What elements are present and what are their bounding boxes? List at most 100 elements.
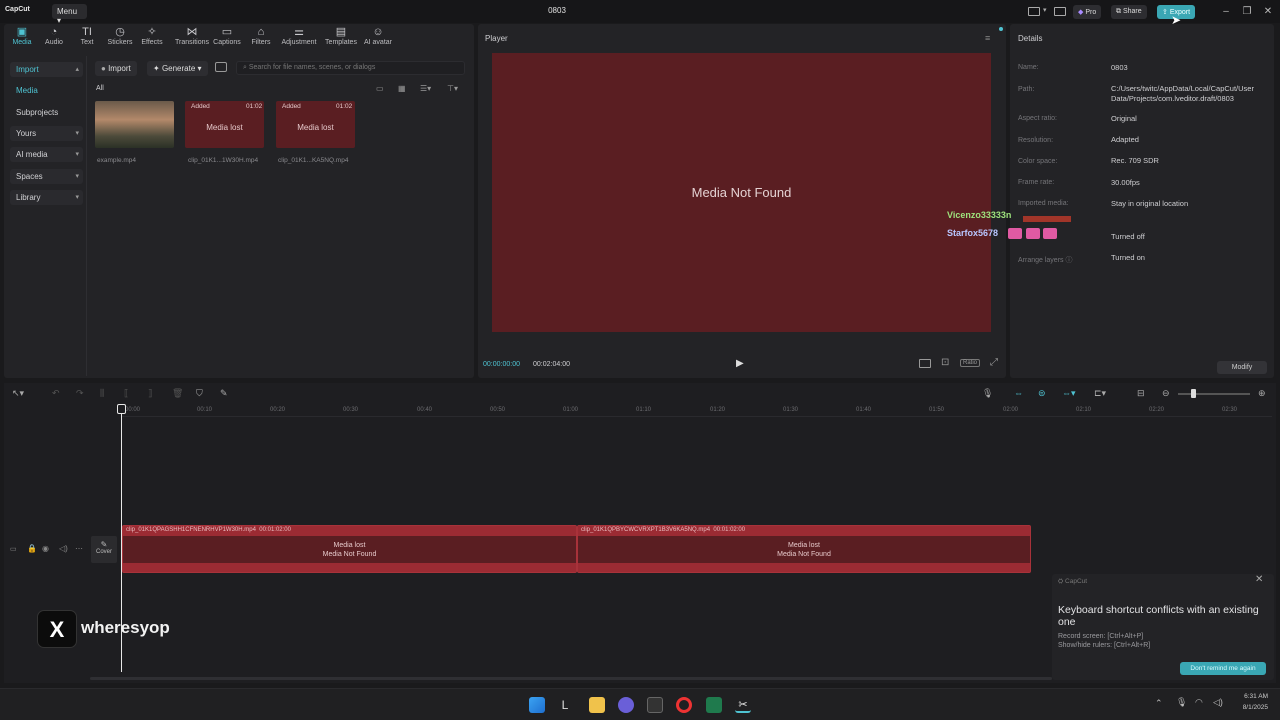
sidebar-item-spaces[interactable]: Spaces ▾ <box>10 169 83 184</box>
microphone-icon[interactable]: 🎙 <box>1176 697 1187 708</box>
tab-ai-avatar-label: AI avatar <box>363 39 392 46</box>
shortcuts-icon[interactable] <box>1054 7 1066 16</box>
search-icon: ⌕ <box>243 64 247 71</box>
menu-button[interactable]: Menu ▾ <box>52 4 87 25</box>
generate-button[interactable]: ✦ Generate ▾ <box>147 61 208 76</box>
cover-button[interactable]: ✎ Cover <box>91 536 117 563</box>
media-icon: ▣ <box>16 26 28 38</box>
chevron-down-icon[interactable]: ▾ <box>1043 6 1047 14</box>
tab-ai-avatar[interactable]: ☺ AI avatar <box>360 26 396 52</box>
opera-icon[interactable] <box>676 697 692 713</box>
sidebar-item-label: Subprojects <box>16 108 59 117</box>
volume-icon[interactable]: ◁) <box>1213 697 1223 708</box>
explorer-icon[interactable]: L <box>557 697 573 713</box>
share-button[interactable]: ⧉ Share <box>1111 5 1147 19</box>
more-icon[interactable]: ⋯ <box>75 544 83 553</box>
sidebar-item-label: AI media <box>16 150 48 159</box>
tab-effects[interactable]: ✧ Effects <box>135 26 169 52</box>
clock-time[interactable]: 6:31 AM <box>1234 693 1268 700</box>
edit-icon[interactable]: ✎ <box>220 388 228 399</box>
split-icon[interactable]: ⫼ <box>100 388 104 399</box>
timeline-scrollbar[interactable] <box>90 677 1052 680</box>
tab-templates[interactable]: ▤ Templates <box>322 26 360 52</box>
undo-icon[interactable]: ↶ <box>52 388 60 399</box>
sort-icon[interactable]: ☰▾ <box>420 84 431 93</box>
tab-adjustment[interactable]: ⚌ Adjustment <box>278 26 320 52</box>
filter-all[interactable]: All <box>96 85 104 92</box>
close-icon[interactable]: ✕ <box>1255 574 1263 585</box>
zoom-out-icon[interactable]: ⊖ <box>1162 388 1170 399</box>
windows-start-icon[interactable] <box>529 697 545 713</box>
split-right-icon[interactable]: ⟧ <box>148 388 152 399</box>
redo-icon[interactable]: ↷ <box>76 388 84 399</box>
fullscreen-icon[interactable]: ⤢ <box>990 357 998 368</box>
total-time: 00:02:04:00 <box>533 361 570 368</box>
link-icon[interactable]: ⇔ <box>1014 388 1023 398</box>
app-icon[interactable] <box>706 697 722 713</box>
text-icon: TI <box>82 26 92 38</box>
grid-view-icon[interactable]: ▦ <box>398 84 406 93</box>
volume-icon[interactable]: ◁) <box>59 544 68 553</box>
tab-transitions[interactable]: ⋈ Transitions <box>172 26 212 52</box>
tab-captions[interactable]: ▭ Captions <box>210 26 244 52</box>
sidebar-item-media[interactable]: Media <box>10 83 83 98</box>
tab-text[interactable]: TI Text <box>70 26 104 52</box>
select-tool-icon[interactable]: ↖▾ <box>12 388 24 399</box>
quality-icon[interactable] <box>919 359 931 368</box>
folder-icon[interactable]: ▭ <box>376 84 384 93</box>
record-icon[interactable] <box>215 62 227 72</box>
zoom-in-icon[interactable]: ⊕ <box>1258 388 1266 399</box>
timeline-clip[interactable]: clip_01K1QPAGSHH1CFNENRHVP1W30H.mp4 00:0… <box>122 525 577 573</box>
export-icon: ⇪ <box>1162 9 1168 16</box>
preview-axis-icon[interactable]: ⊏▾ <box>1094 388 1106 399</box>
split-left-icon[interactable]: ⟦ <box>124 388 128 399</box>
search-input[interactable]: ⌕ Search for file names, scenes, or dial… <box>236 61 465 75</box>
folder-icon[interactable] <box>589 697 605 713</box>
discord-icon[interactable] <box>618 697 634 713</box>
magnet-icon[interactable]: ⊜ <box>1038 388 1046 399</box>
zoom-slider[interactable] <box>1178 393 1250 395</box>
sidebar-item-subprojects[interactable]: Subprojects <box>10 105 83 120</box>
zoom-slider-handle[interactable] <box>1191 389 1196 398</box>
sidebar-item-yours[interactable]: Yours ▾ <box>10 126 83 141</box>
tab-filters[interactable]: ⌂ Filters <box>244 26 278 52</box>
track-toggle-icon[interactable]: ▭ <box>10 545 17 553</box>
terminal-icon[interactable] <box>647 697 663 713</box>
microphone-icon[interactable]: 🎙 <box>982 388 993 399</box>
fit-icon[interactable]: ⊡ <box>941 357 949 368</box>
eye-icon[interactable]: ◉ <box>42 544 49 553</box>
delete-icon[interactable]: 🗑 <box>172 388 183 399</box>
sidebar-item-ai-media[interactable]: AI media ▾ <box>10 147 83 162</box>
detail-label: Arrange layers ⓘ <box>1018 255 1072 265</box>
snap-icon[interactable]: ⇔▾ <box>1062 388 1076 399</box>
tab-media[interactable]: ▣ Media <box>5 26 39 52</box>
timeline-clip[interactable]: clip_01K1QPBYCWCVRXPT1B3V6KA5NQ.mp4 00:0… <box>577 525 1031 573</box>
media-thumbnail[interactable] <box>95 101 174 148</box>
shield-icon[interactable]: ⛉ <box>196 388 203 399</box>
sidebar-item-library[interactable]: Library ▾ <box>10 190 83 205</box>
menu-icon[interactable]: ≡ <box>985 33 990 43</box>
search-placeholder: Search for file names, scenes, or dialog… <box>248 64 376 71</box>
layout-icon[interactable] <box>1028 7 1040 16</box>
filter-icon[interactable]: ⊤▾ <box>447 84 458 93</box>
capcut-icon[interactable]: ✂ <box>735 697 751 713</box>
sidebar-item-import[interactable]: Import ▴ <box>10 62 83 77</box>
minimize-icon[interactable]: – <box>1219 5 1233 19</box>
dont-remind-button[interactable]: Don't remind me again <box>1180 662 1266 675</box>
wifi-icon[interactable]: ◠ <box>1195 697 1203 708</box>
tab-audio[interactable]: ◔ Audio <box>37 26 71 52</box>
play-icon[interactable]: ▶ <box>736 358 744 369</box>
restore-icon[interactable]: ❐ <box>1240 5 1254 19</box>
playhead-handle[interactable] <box>117 404 126 414</box>
clock-date[interactable]: 8/1/2025 <box>1234 704 1268 711</box>
ratio-button[interactable]: Ratio <box>960 359 981 367</box>
modify-button[interactable]: Modify <box>1217 361 1267 374</box>
import-button[interactable]: ● Import <box>95 61 137 76</box>
close-icon[interactable]: ✕ <box>1261 5 1275 19</box>
chevron-up-icon[interactable]: ⌃ <box>1155 698 1163 709</box>
fit-timeline-icon[interactable]: ⊟ <box>1137 388 1145 399</box>
ruler-label: 01:20 <box>710 407 726 413</box>
pro-button[interactable]: ◆ Pro <box>1073 5 1102 19</box>
tab-stickers[interactable]: ◷ Stickers <box>103 26 137 52</box>
lock-icon[interactable]: 🔒 <box>27 544 37 553</box>
